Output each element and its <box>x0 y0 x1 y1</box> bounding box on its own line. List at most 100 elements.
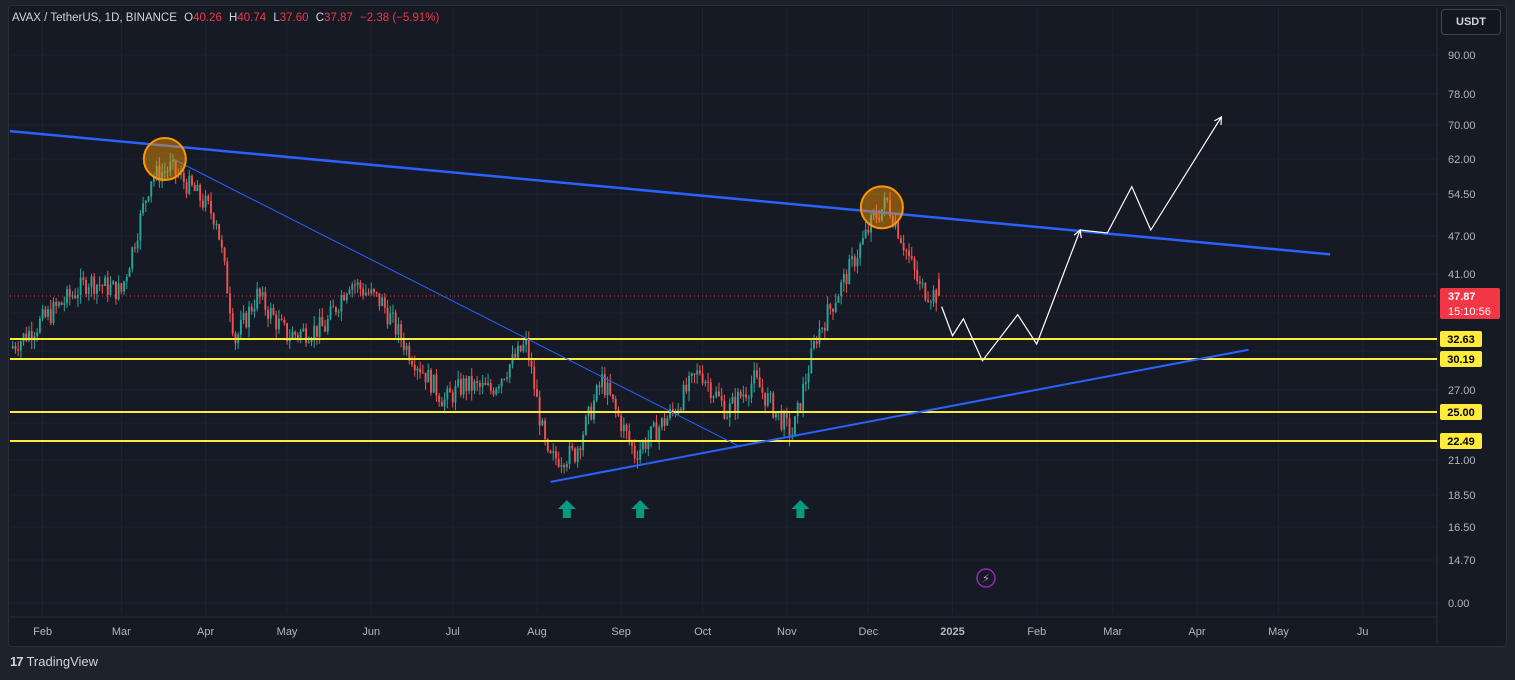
candle-body <box>85 279 88 294</box>
candle-body <box>443 399 446 407</box>
highlight-circle[interactable] <box>859 185 904 230</box>
candle <box>356 279 359 293</box>
candle <box>677 403 680 416</box>
candle <box>815 335 818 349</box>
candle <box>821 326 824 334</box>
candle <box>704 379 707 387</box>
up-arrow-icon <box>631 499 650 518</box>
currency-button[interactable]: USDT <box>1441 9 1501 35</box>
candle <box>606 376 609 406</box>
candle <box>405 342 408 356</box>
candle-body <box>430 369 432 393</box>
candle-body <box>397 324 400 335</box>
time-tick-label: Mar <box>112 626 131 638</box>
candle-body <box>916 269 919 282</box>
time-axis[interactable]: Feb Mar Apr May Jun Jul Aug Sep Oct Nov Dec 2025 Feb… <box>33 626 1368 638</box>
candle <box>76 287 79 307</box>
candle <box>478 380 481 395</box>
candle-body <box>370 289 373 294</box>
time-tick-label: May <box>277 626 298 638</box>
candle <box>275 310 278 339</box>
candle <box>533 358 536 397</box>
candle-body <box>734 396 737 412</box>
candle-body <box>552 451 555 453</box>
candle-body <box>815 341 818 344</box>
candle <box>340 290 343 322</box>
candle-body <box>49 309 52 323</box>
candle-body <box>650 426 652 440</box>
drawings[interactable]: ⚡ <box>9 115 1437 588</box>
candle-body <box>660 418 663 428</box>
candle <box>742 385 745 403</box>
ascending-trendline[interactable] <box>550 348 1249 483</box>
candle <box>104 274 107 287</box>
candle-body <box>492 390 495 395</box>
candle-body <box>98 284 101 286</box>
candle <box>229 286 231 323</box>
candle <box>188 169 191 196</box>
candle <box>57 301 60 309</box>
candle <box>791 427 794 443</box>
candle <box>736 387 739 420</box>
candle <box>392 304 394 323</box>
candle <box>261 286 264 301</box>
candle <box>82 271 85 286</box>
candle <box>807 365 810 390</box>
candle-body <box>272 307 275 315</box>
symbol-title[interactable]: AVAX / TetherUS, 1D, BINANCE <box>12 12 177 24</box>
countdown-label: 15:10:56 <box>1448 306 1491 318</box>
candle <box>837 294 840 303</box>
candle <box>927 291 930 303</box>
candle <box>693 372 696 384</box>
candle <box>239 310 242 339</box>
candle-body <box>413 364 416 371</box>
candle-body <box>612 394 614 400</box>
up-arrow-icon <box>791 499 810 518</box>
candle <box>609 373 612 397</box>
candle <box>799 402 802 413</box>
candle <box>348 286 351 295</box>
candle-body <box>375 292 378 294</box>
candle <box>400 320 403 348</box>
candle <box>921 278 924 289</box>
candle-body <box>728 403 731 418</box>
candle-body <box>576 448 579 462</box>
candle <box>296 332 299 343</box>
candle-body <box>829 304 832 309</box>
candle-body <box>291 331 294 339</box>
candle-body <box>451 392 454 403</box>
candle-body <box>897 221 900 239</box>
candle-body <box>199 184 202 201</box>
candle-body <box>666 418 669 426</box>
time-tick-label: Apr <box>1188 626 1205 638</box>
candle-body <box>207 195 210 201</box>
time-tick-label: Oct <box>694 626 711 638</box>
chart-canvas[interactable]: ⚡ 90.00 78.00 70.00 62.00 54.50 47.00 41.00 32.… <box>0 0 1515 680</box>
candle <box>386 300 389 329</box>
price-axis[interactable]: 90.00 78.00 70.00 62.00 54.50 47.00 41.00 32.63… <box>1440 50 1500 610</box>
candle-body <box>326 318 329 332</box>
candle <box>315 325 318 345</box>
candle-body <box>685 384 688 392</box>
candle-body <box>679 409 682 411</box>
candle-body <box>807 373 810 383</box>
highlight-circle[interactable] <box>142 137 187 181</box>
candle-body <box>294 331 297 335</box>
candle-body <box>231 313 234 334</box>
candle-body <box>446 388 449 400</box>
candle <box>359 280 362 297</box>
candle-body <box>378 293 381 306</box>
candle-body <box>332 306 335 308</box>
candle-body <box>726 417 729 419</box>
candle <box>226 257 229 294</box>
candle-body <box>796 403 799 417</box>
candle <box>769 390 772 403</box>
candle-body <box>93 276 96 294</box>
candle <box>739 389 742 400</box>
candle-body <box>500 379 503 387</box>
candle <box>125 273 128 290</box>
tradingview-branding[interactable]: 17 TradingView <box>10 654 98 669</box>
candle <box>698 365 701 376</box>
candle-body <box>470 376 473 391</box>
projection-path[interactable] <box>941 116 1222 362</box>
